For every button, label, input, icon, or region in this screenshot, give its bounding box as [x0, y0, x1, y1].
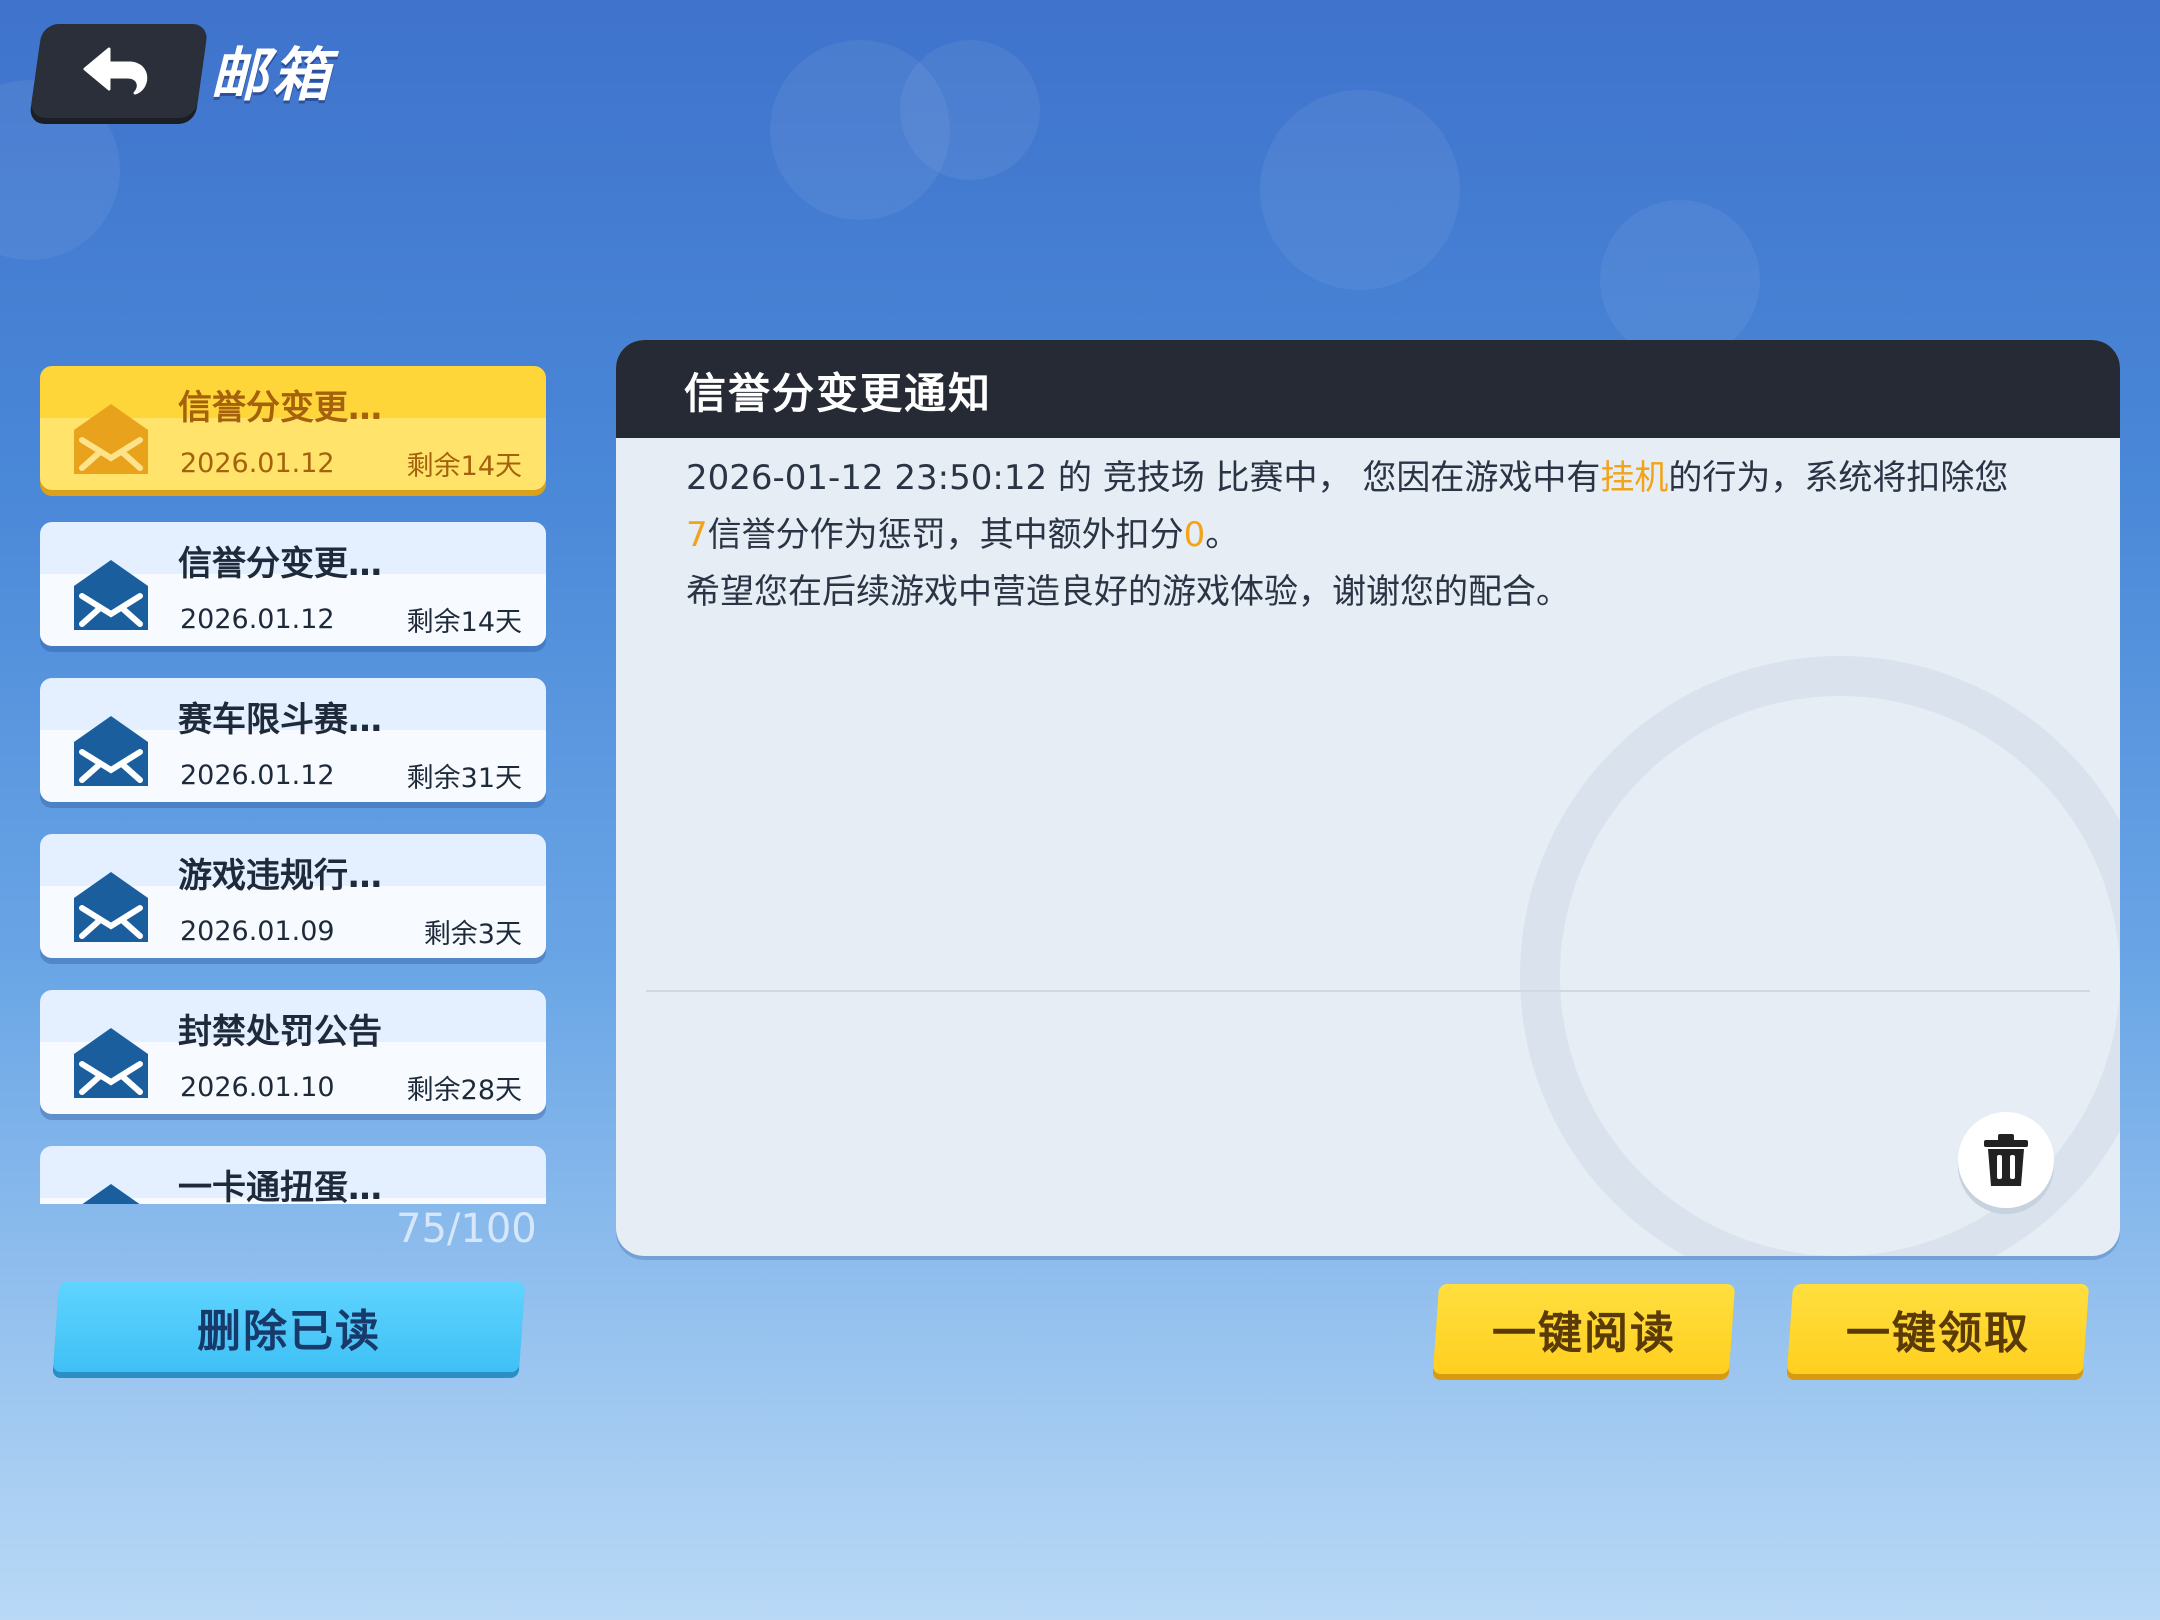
body-text: 2026-01-12 23:50:12 的 竞技场 比赛中， 您因在游戏中有	[686, 458, 1601, 498]
bg-decor	[900, 40, 1040, 180]
read-all-button[interactable]: 一键阅读	[1432, 1284, 1736, 1374]
mail-remain: 剩余3天	[423, 919, 522, 950]
mail-remain: 剩余28天	[406, 1075, 522, 1106]
mail-date: 2026.01.09	[180, 916, 335, 947]
highlight-text: 挂机	[1600, 458, 1669, 498]
bg-decor	[1260, 90, 1460, 290]
mail-name: 游戏违规行…	[178, 856, 382, 896]
page-title: 邮箱	[210, 41, 335, 109]
mail-detail-title: 信誉分变更通知	[684, 369, 993, 418]
mail-icon	[82, 1184, 140, 1204]
mail-date: 2026.01.12	[180, 448, 335, 479]
mail-icon	[74, 560, 148, 630]
mail-item[interactable]: 赛车限斗赛… 2026.01.12 剩余31天	[40, 678, 546, 802]
mail-detail-header: 信誉分变更通知	[616, 340, 2120, 438]
delete-read-button[interactable]: 删除已读	[52, 1282, 526, 1372]
divider	[646, 990, 2090, 992]
mail-body-line: 7信誉分作为惩罚，其中额外扣分0。	[686, 507, 2066, 564]
mail-date: 2026.01.12	[180, 760, 335, 791]
mail-item[interactable]: 信誉分变更… 2026.01.12 剩余14天	[40, 522, 546, 646]
mail-item[interactable]: 游戏违规行… 2026.01.09 剩余3天	[40, 834, 546, 958]
mail-detail-body: 2026-01-12 23:50:12 的 竞技场 比赛中， 您因在游戏中有挂机…	[686, 450, 2066, 621]
bg-decor	[1600, 200, 1760, 360]
claim-all-button[interactable]: 一键领取	[1786, 1284, 2090, 1374]
read-all-label: 一键阅读	[1492, 1308, 1676, 1359]
highlight-text: 0	[1183, 515, 1206, 555]
mail-item[interactable]: 一卡通扭蛋…	[40, 1146, 546, 1204]
mail-date: 2026.01.12	[180, 604, 335, 635]
highlight-text: 7	[686, 515, 708, 555]
mail-name: 赛车限斗赛…	[178, 700, 382, 740]
back-button[interactable]	[29, 24, 209, 118]
mail-remain: 剩余14天	[406, 607, 522, 638]
mail-name: 信誉分变更…	[178, 544, 382, 584]
mail-body-line: 希望您在后续游戏中营造良好的游戏体验，谢谢您的配合。	[686, 572, 1570, 612]
back-arrow-icon	[83, 47, 148, 95]
mail-remain: 剩余14天	[406, 451, 522, 482]
delete-read-label: 删除已读	[197, 1306, 381, 1357]
body-text: 信誉分作为惩罚，其中额外扣分	[707, 515, 1184, 555]
mail-name: 信誉分变更…	[178, 388, 382, 428]
mail-icon	[74, 716, 148, 786]
mail-item[interactable]: 封禁处罚公告 2026.01.10 剩余28天	[40, 990, 546, 1114]
mail-remain: 剩余31天	[406, 763, 522, 794]
mail-name: 封禁处罚公告	[178, 1012, 382, 1052]
mail-icon	[74, 404, 148, 474]
mail-icon	[74, 1028, 148, 1098]
mail-name: 一卡通扭蛋…	[178, 1168, 382, 1204]
mail-icon	[74, 872, 148, 942]
trash-icon	[1984, 1134, 2028, 1186]
mail-item[interactable]: 信誉分变更… 2026.01.12 剩余14天	[40, 366, 546, 490]
mail-date: 2026.01.10	[180, 1072, 335, 1103]
claim-all-label: 一键领取	[1846, 1308, 2030, 1359]
delete-mail-button[interactable]	[1958, 1112, 2054, 1208]
mail-list[interactable]: 信誉分变更… 2026.01.12 剩余14天 信誉分变更… 2026.01.1…	[40, 364, 546, 1204]
mail-count: 75/100	[396, 1206, 537, 1252]
body-text: 的行为，系统将扣除您	[1668, 458, 2009, 498]
mail-detail-panel: 信誉分变更通知 2026-01-12 23:50:12 的 竞技场 比赛中， 您…	[616, 340, 2120, 1256]
body-text: 。	[1205, 515, 1240, 555]
mail-body-line: 2026-01-12 23:50:12 的 竞技场 比赛中， 您因在游戏中有挂机…	[686, 450, 2066, 507]
